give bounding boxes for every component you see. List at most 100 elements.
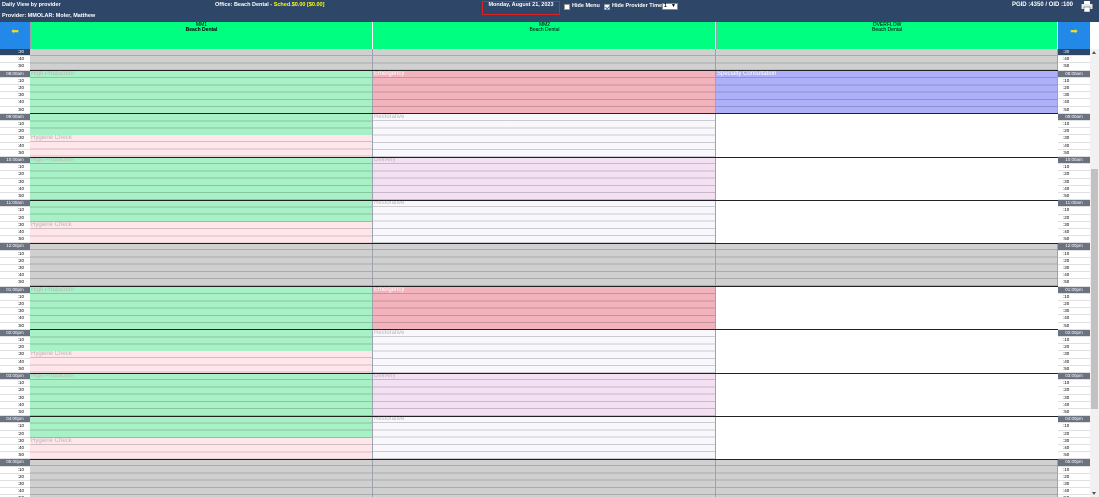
appointment-block-restorative[interactable]: Restorative	[373, 416, 716, 460]
scroll-up-icon[interactable]	[1092, 51, 1096, 54]
appointment-block-emergency[interactable]: Emergency	[373, 286, 716, 330]
appointment-block-hygiene-check[interactable]: Hygiene Check	[30, 135, 373, 157]
block-label: Hygiene Check	[31, 221, 72, 228]
scrollbar-thumb[interactable]	[1091, 169, 1098, 409]
time-slot-label: :10	[0, 380, 30, 388]
block-label: Specialty Consultation	[717, 70, 777, 77]
appointment-block-hygiene-production[interactable]: High Production	[30, 286, 373, 352]
time-slot-label: 01:00pm	[1058, 286, 1090, 294]
hour-divider	[30, 156, 1058, 158]
hour-divider	[30, 113, 1058, 115]
arrow-right-icon: ➡	[1070, 26, 1078, 36]
appointment-block-blocked[interactable]	[30, 243, 373, 287]
appointment-block-specialty[interactable]: Specialty Consultation	[716, 70, 1058, 114]
time-slot-label: :30	[1058, 265, 1090, 273]
printer-icon[interactable]	[1081, 1, 1093, 12]
time-slot-label: :20	[1058, 171, 1090, 179]
time-slot-label: :10	[1058, 207, 1090, 215]
column-header-mm1[interactable]: MM1 Beach Dental	[30, 22, 373, 49]
appointment-block-emergency[interactable]: Emergency	[373, 70, 716, 114]
hour-divider	[30, 242, 1058, 244]
time-slot-label: :10	[1058, 78, 1090, 85]
appointment-block-delivery[interactable]: Delivery	[373, 157, 716, 201]
time-slot-label: :50	[1058, 236, 1090, 244]
interval-select[interactable]: 1 ▼	[662, 3, 678, 10]
time-slot-label: :30	[1058, 222, 1090, 229]
time-slot-label: :20	[1058, 85, 1090, 93]
time-slot-label: :30	[1058, 438, 1090, 445]
hour-divider	[30, 372, 1058, 374]
time-slot-label: :30	[1058, 179, 1090, 186]
block-label: Delivery	[374, 373, 396, 379]
appointment-block-hygiene-production[interactable]: High Production	[30, 70, 373, 136]
vertical-scrollbar[interactable]	[1090, 49, 1099, 497]
time-slot-label: 11:00am	[0, 200, 30, 208]
block-label: Hygiene Check	[31, 351, 72, 358]
appointment-block-hygiene-production[interactable]: High Production	[30, 373, 373, 438]
block-label: High Production	[31, 286, 74, 293]
appointment-block-blocked[interactable]	[30, 459, 373, 497]
time-slot-label: :50	[0, 107, 30, 114]
block-label: Restorative	[374, 200, 405, 207]
time-slot-label: :20	[0, 431, 30, 438]
time-slot-label: :30	[1058, 395, 1090, 402]
appointment-block-blocked[interactable]	[373, 243, 716, 287]
time-slot-label: :30	[0, 49, 30, 57]
column-header-mm2[interactable]: MM2 Beach Dental	[373, 22, 716, 49]
hide-provider-time-label: Hide Provider Time	[612, 3, 663, 9]
appointment-block-hygiene-check[interactable]: Hygiene Check	[30, 221, 373, 244]
hour-divider	[30, 199, 1058, 201]
time-slot-label: :50	[1058, 323, 1090, 330]
time-slot-label: :20	[0, 301, 30, 309]
app-title: Daily View by provider	[2, 2, 61, 8]
time-slot-label: :50	[1058, 150, 1090, 157]
time-slot-label: 12:00pm	[0, 243, 30, 251]
time-slot-label: 09:00am	[0, 113, 30, 121]
time-slot-label: :40	[1058, 272, 1090, 280]
arrow-left-icon: ⬅	[11, 26, 19, 36]
time-slot-label: :50	[0, 323, 30, 330]
time-slot-label: :40	[0, 229, 30, 237]
hide-menu-toggle[interactable]: Hide Menu	[564, 3, 600, 10]
appointment-block-hygiene-production[interactable]: High Production	[30, 157, 373, 222]
appointment-block-blocked[interactable]	[30, 49, 373, 71]
appointment-block-restorative[interactable]: Restorative	[373, 113, 716, 157]
hide-provider-time-toggle[interactable]: Hide Provider Time	[604, 3, 662, 10]
time-slot-label: :50	[0, 236, 30, 244]
prev-day-button[interactable]: ⬅	[0, 22, 30, 49]
appointment-block-restorative[interactable]: Restorative	[373, 200, 716, 244]
next-day-button[interactable]: ➡	[1058, 22, 1090, 49]
block-label: Hygiene Check	[31, 437, 72, 444]
appointment-block-hygiene-check[interactable]: Hygiene Check	[30, 351, 373, 373]
time-slot-label: :20	[0, 85, 30, 93]
appointment-block-blocked[interactable]	[373, 49, 716, 71]
appointment-block-delivery[interactable]: Delivery	[373, 373, 716, 417]
appointment-block-blocked[interactable]	[716, 459, 1058, 497]
hour-divider	[30, 329, 1058, 331]
appointment-block-blocked[interactable]	[373, 459, 716, 497]
time-slot-label: :10	[1058, 423, 1090, 431]
hide-menu-checkbox[interactable]	[564, 3, 570, 10]
hide-provider-time-checkbox[interactable]	[604, 3, 610, 10]
time-slot-label: :10	[0, 337, 30, 345]
time-slot-label: :10	[0, 121, 30, 129]
time-slot-label: :10	[1058, 294, 1090, 301]
hour-divider	[30, 458, 1058, 460]
appointment-block-hygiene-check[interactable]: Hygiene Check	[30, 437, 373, 460]
time-slot-label: :30	[0, 179, 30, 186]
time-slot-label: :40	[0, 143, 30, 150]
date-selector[interactable]: Monday, August 21, 2023	[482, 1, 560, 15]
scroll-down-icon[interactable]	[1092, 492, 1096, 495]
time-slot-label: :10	[1058, 337, 1090, 345]
column-header-overflow[interactable]: OVERFLOW Beach Dental	[716, 22, 1058, 49]
appointment-block-blocked[interactable]	[716, 243, 1058, 287]
time-slot-label: 08:00am	[0, 70, 30, 78]
time-slot-label: :30	[0, 92, 30, 100]
appointment-block-blocked[interactable]	[716, 49, 1058, 71]
time-slot-label: :10	[0, 164, 30, 172]
time-slot-label: :40	[0, 445, 30, 453]
time-slot-label: :10	[0, 207, 30, 215]
appointment-block-restorative[interactable]: Restorative	[373, 329, 716, 373]
time-slot-label: :50	[1058, 279, 1090, 287]
time-slot-label: :30	[1058, 481, 1090, 489]
